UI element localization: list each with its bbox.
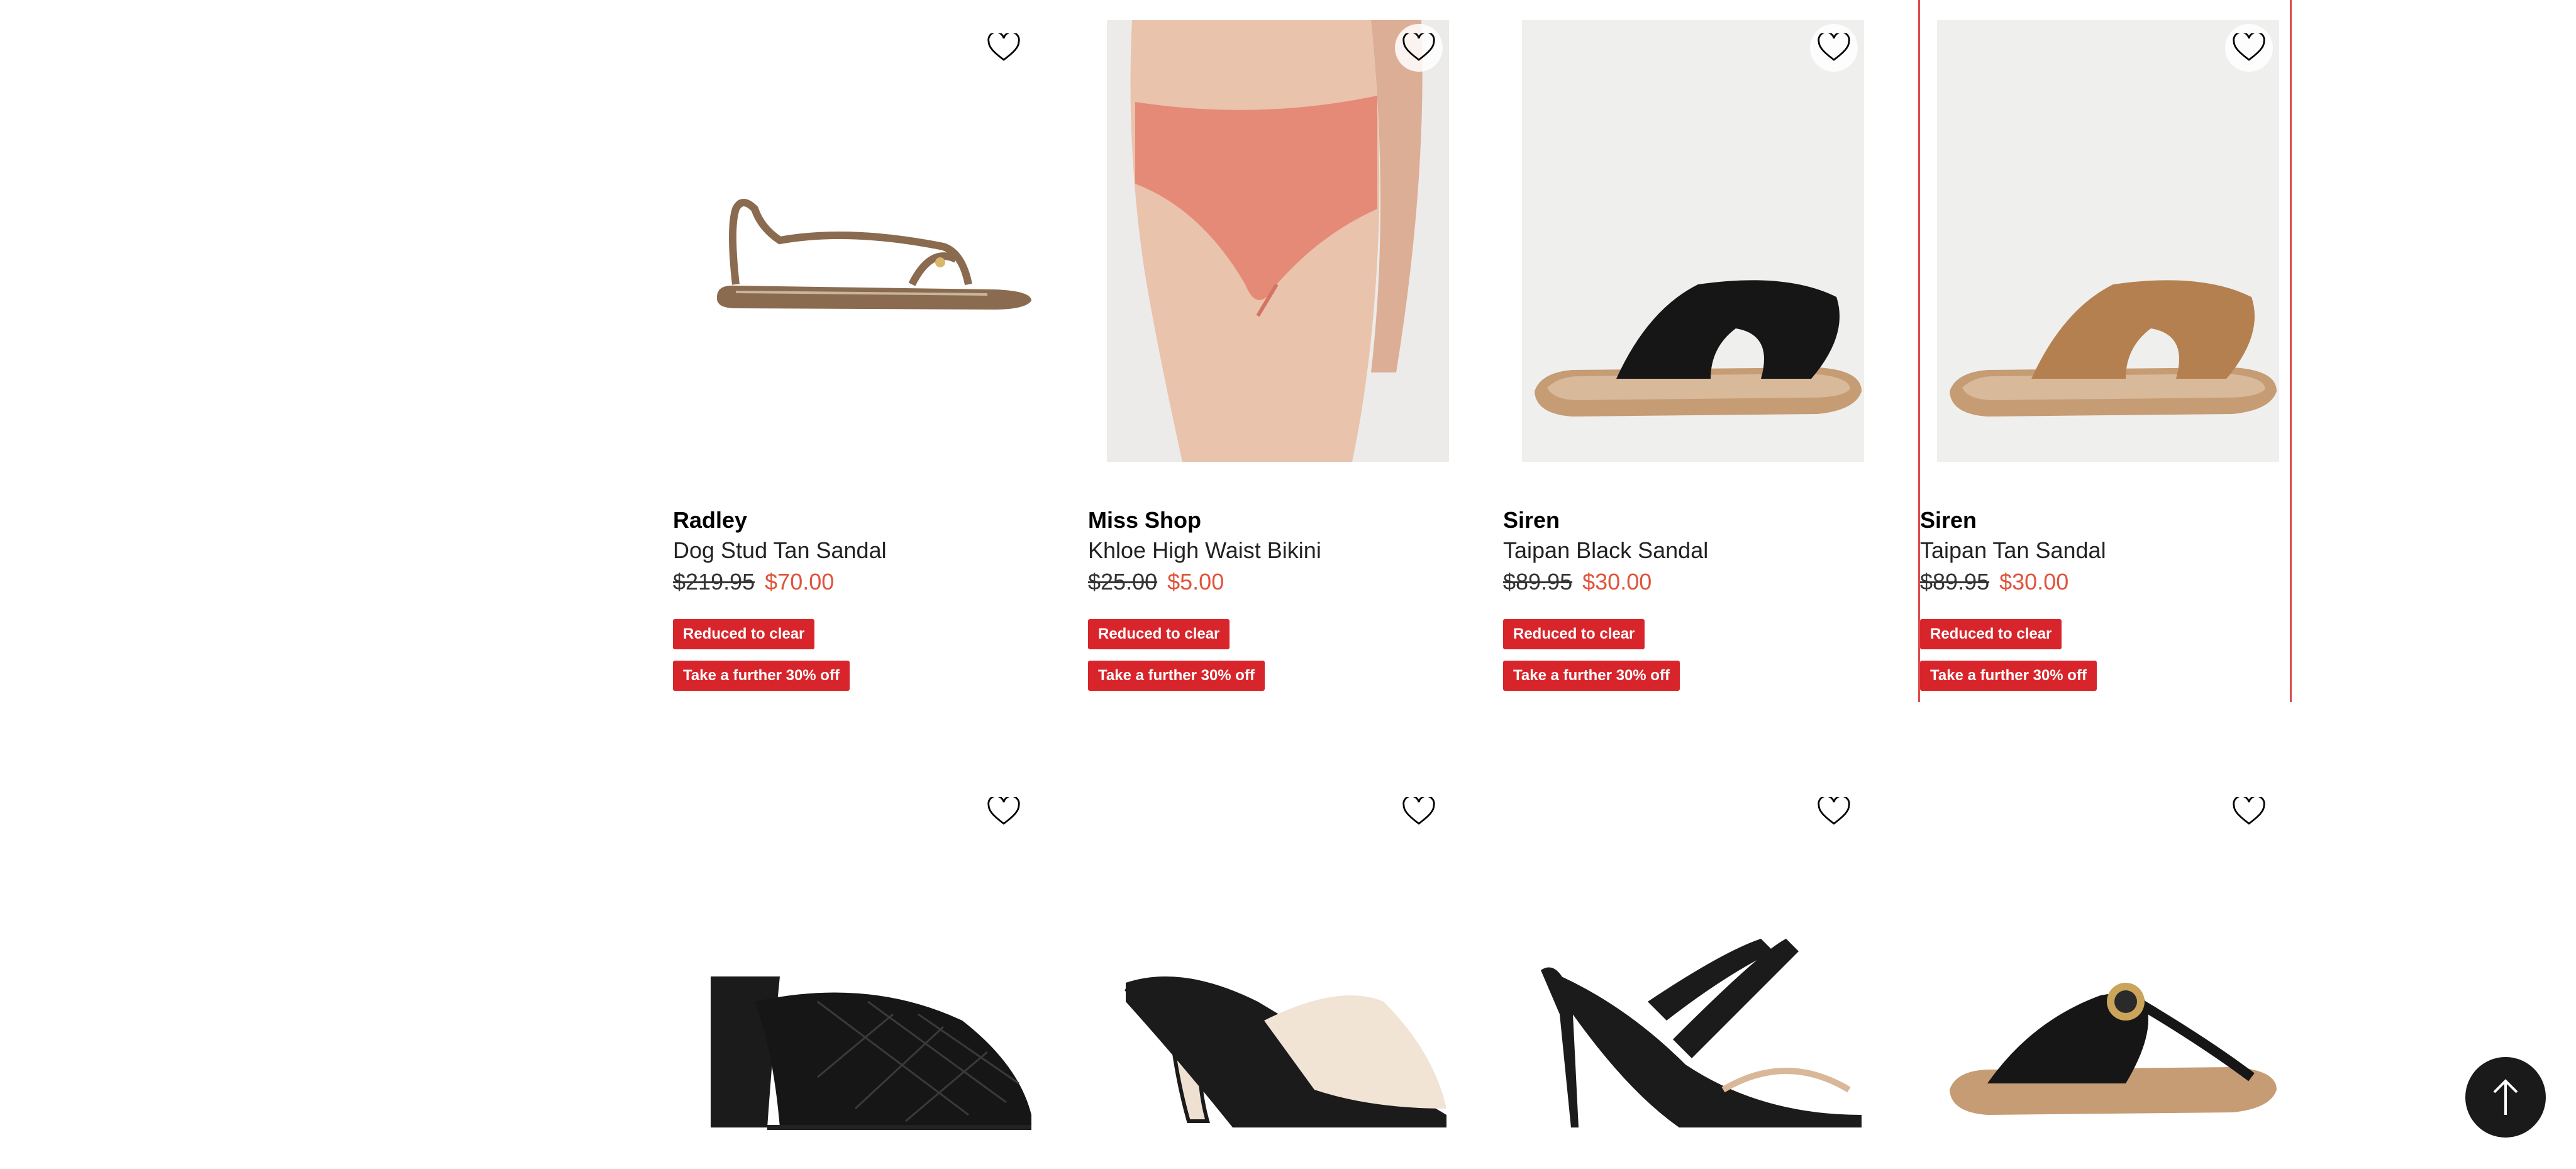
heart-icon	[2233, 33, 2265, 61]
product-card[interactable]: Miss Shop Khloe High Waist Bikini $25.00…	[1088, 0, 1462, 702]
product-image-cream-square-toe-heel-mule[interactable]	[1107, 813, 1449, 1140]
product-image-black-quilted-block-heel-mule[interactable]	[692, 813, 1034, 1140]
product-grid-row-1: Radley Dog Stud Tan Sandal $219.95 $70.0…	[673, 0, 2292, 702]
product-image-black-strappy-stiletto-sandal[interactable]	[1522, 813, 1864, 1140]
now-price: $70.00	[765, 569, 835, 595]
now-price: $5.00	[1167, 569, 1224, 595]
product-image-tan-strappy-sandal[interactable]	[692, 20, 1034, 462]
product-image-tan-slide-sandal[interactable]	[1937, 20, 2279, 462]
was-price: $219.95	[673, 569, 755, 595]
product-brand: Radley	[673, 507, 748, 533]
was-price: $25.00	[1088, 569, 1158, 595]
was-price: $89.95	[1503, 569, 1573, 595]
product-brand: Siren	[1920, 507, 1977, 533]
reduced-badge: Reduced to clear	[1088, 619, 1230, 649]
wishlist-button[interactable]	[2225, 24, 2273, 72]
product-card[interactable]	[1918, 763, 2292, 1169]
reduced-badge: Reduced to clear	[1503, 619, 1645, 649]
product-name[interactable]: Taipan Black Sandal	[1503, 537, 1708, 564]
reduced-badge: Reduced to clear	[1920, 619, 2062, 649]
wishlist-button[interactable]	[1395, 24, 1443, 72]
product-brand: Miss Shop	[1088, 507, 1202, 533]
heart-icon	[1402, 33, 1435, 61]
product-grid-row-2	[673, 763, 2292, 1169]
product-prices: $89.95 $30.00	[1920, 569, 2068, 595]
product-card[interactable]: Radley Dog Stud Tan Sandal $219.95 $70.0…	[673, 0, 1046, 702]
arrow-up-icon	[2493, 1079, 2518, 1115]
heart-icon	[1818, 33, 1850, 61]
further-off-badge: Take a further 30% off	[673, 661, 850, 691]
product-prices: $25.00 $5.00	[1088, 569, 1224, 595]
further-off-badge: Take a further 30% off	[1088, 661, 1265, 691]
product-brand: Siren	[1503, 507, 1560, 533]
product-image-black-thong-flat-sandal[interactable]	[1937, 813, 2279, 1140]
product-card[interactable]: Siren Taipan Black Sandal $89.95 $30.00 …	[1503, 0, 1877, 702]
product-image-coral-bikini-bottom[interactable]	[1107, 20, 1449, 462]
now-price: $30.00	[1999, 569, 2069, 595]
product-name[interactable]: Dog Stud Tan Sandal	[673, 537, 887, 564]
product-name[interactable]: Khloe High Waist Bikini	[1088, 537, 1321, 564]
product-card[interactable]	[673, 763, 1046, 1169]
now-price: $30.00	[1582, 569, 1652, 595]
further-off-badge: Take a further 30% off	[1503, 661, 1680, 691]
product-card[interactable]: Siren Taipan Tan Sandal $89.95 $30.00 Re…	[1918, 0, 2292, 702]
product-image-black-slide-sandal[interactable]	[1522, 20, 1864, 462]
back-to-top-button[interactable]	[2465, 1057, 2546, 1138]
wishlist-button[interactable]	[1810, 24, 1858, 72]
further-off-badge: Take a further 30% off	[1920, 661, 2097, 691]
product-card[interactable]	[1088, 763, 1462, 1169]
was-price: $89.95	[1920, 569, 1990, 595]
reduced-badge: Reduced to clear	[673, 619, 815, 649]
product-prices: $89.95 $30.00	[1503, 569, 1652, 595]
heart-icon	[987, 33, 1020, 61]
wishlist-button[interactable]	[980, 24, 1028, 72]
product-card[interactable]	[1503, 763, 1877, 1169]
product-name[interactable]: Taipan Tan Sandal	[1920, 537, 2106, 564]
product-prices: $219.95 $70.00	[673, 569, 834, 595]
